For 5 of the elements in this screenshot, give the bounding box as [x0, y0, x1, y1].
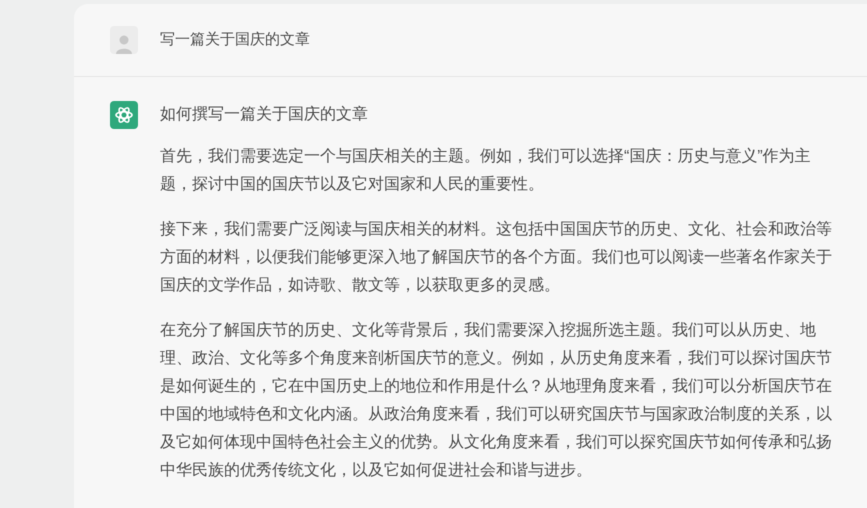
- user-message: 写一篇关于国庆的文章: [160, 30, 310, 50]
- answer-paragraph: 首先，我们需要选定一个与国庆相关的主题。例如，我们可以选择“国庆：历史与意义”作为主题，探讨中国的国庆节以及它对国家和人民的重要性。: [160, 146, 812, 195]
- answer-paragraph: 在充分了解国庆节的历史、文化等背景后，我们需要深入挖掘所选主题。我们可以从历史、地理、政治、文化等多个角度来剖析国庆节的意义。例如，从历史角度来看，我们可以探讨国庆节是如何诞生的，它在中国历史上的地位和作用是什么？从地理角度来看，我们可以分析国庆节在中国的地域特色和文化内涵。从政治角度来看，我们可以研究国庆节与国家政治制度的关系，以及它如何体现中国特色社会主义的优势。从文化角度来看，我们可以探究国庆节如何传承和弘扬中华民族的优秀传统文化，以及它如何促进社会和谐与进步。: [160, 320, 833, 481]
- answer-paragraph: 接下来，我们需要广泛阅读与国庆相关的材料。这包括中国国庆节的历史、文化、社会和政治等方面的材料，以便我们能够更深入地了解国庆节的各个方面。我们也可以阅读一些著名作家关于国庆的文学作品，如诗歌、散文等，以获取更多的灵感。: [160, 220, 833, 296]
- answer-title: 如何撰写一篇关于国庆的文章: [160, 104, 369, 125]
